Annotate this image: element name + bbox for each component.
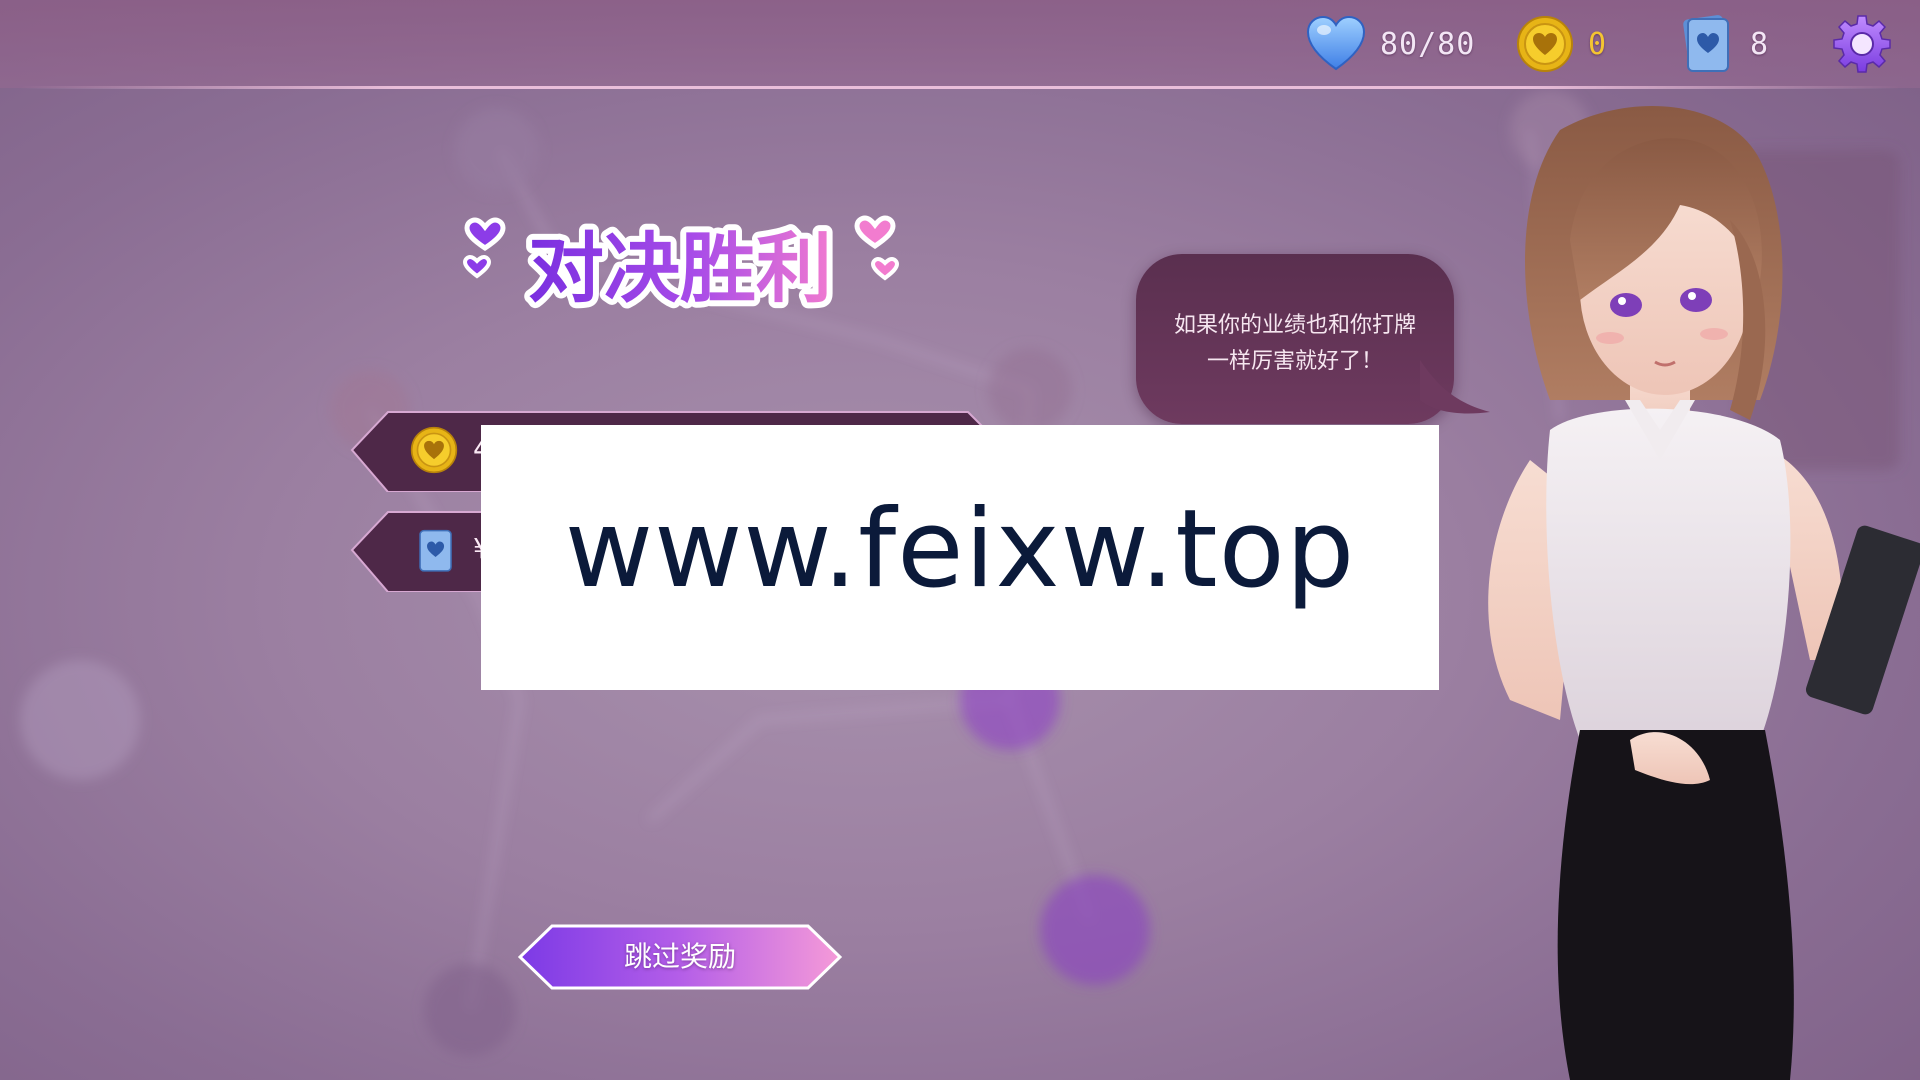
gear-icon	[1833, 15, 1891, 73]
skip-reward-label: 跳过奖励	[623, 940, 736, 973]
watermark-text: www.feixw.top	[564, 487, 1356, 612]
victory-title-graphic: 对决胜利	[462, 215, 900, 319]
speech-text: 如果你的业绩也和你打牌 一样厉害就好了！	[1150, 308, 1440, 380]
gold-coin-icon	[410, 426, 458, 474]
speech-line-1: 如果你的业绩也和你打牌	[1173, 313, 1416, 338]
gold-coin-icon	[1517, 16, 1573, 72]
hp-stat: 80/80	[1306, 12, 1475, 76]
hp-value: 80/80	[1380, 26, 1476, 62]
settings-button[interactable]	[1832, 14, 1892, 74]
card-stat: 8	[1676, 12, 1769, 76]
character-illustration	[1488, 106, 1920, 1080]
heart-icon	[1306, 15, 1366, 71]
card-icon	[419, 529, 452, 572]
heart-decor-right-icon	[854, 215, 900, 281]
skip-reward-button[interactable]: 跳过奖励	[518, 924, 842, 990]
heart-decor-left-icon	[462, 217, 506, 279]
watermark-banner: www.feixw.top	[481, 425, 1439, 690]
top-bar	[0, 0, 1920, 88]
gold-value: 0	[1588, 26, 1608, 62]
victory-title: 对决胜利	[455, 200, 905, 330]
gold-stat: 0	[1516, 12, 1607, 76]
card-deck-icon	[1683, 15, 1729, 72]
card-count-value: 8	[1750, 26, 1770, 62]
speech-line-2: 一样厉害就好了！	[1206, 349, 1383, 374]
victory-title-text: 对决胜利	[528, 224, 832, 313]
game-screen: 80/80 0 8 对决胜利 跳过奖励 如果你的业绩也和你打牌 一样厉害就好了！…	[0, 0, 1920, 1080]
top-bar-divider	[20, 86, 1900, 89]
